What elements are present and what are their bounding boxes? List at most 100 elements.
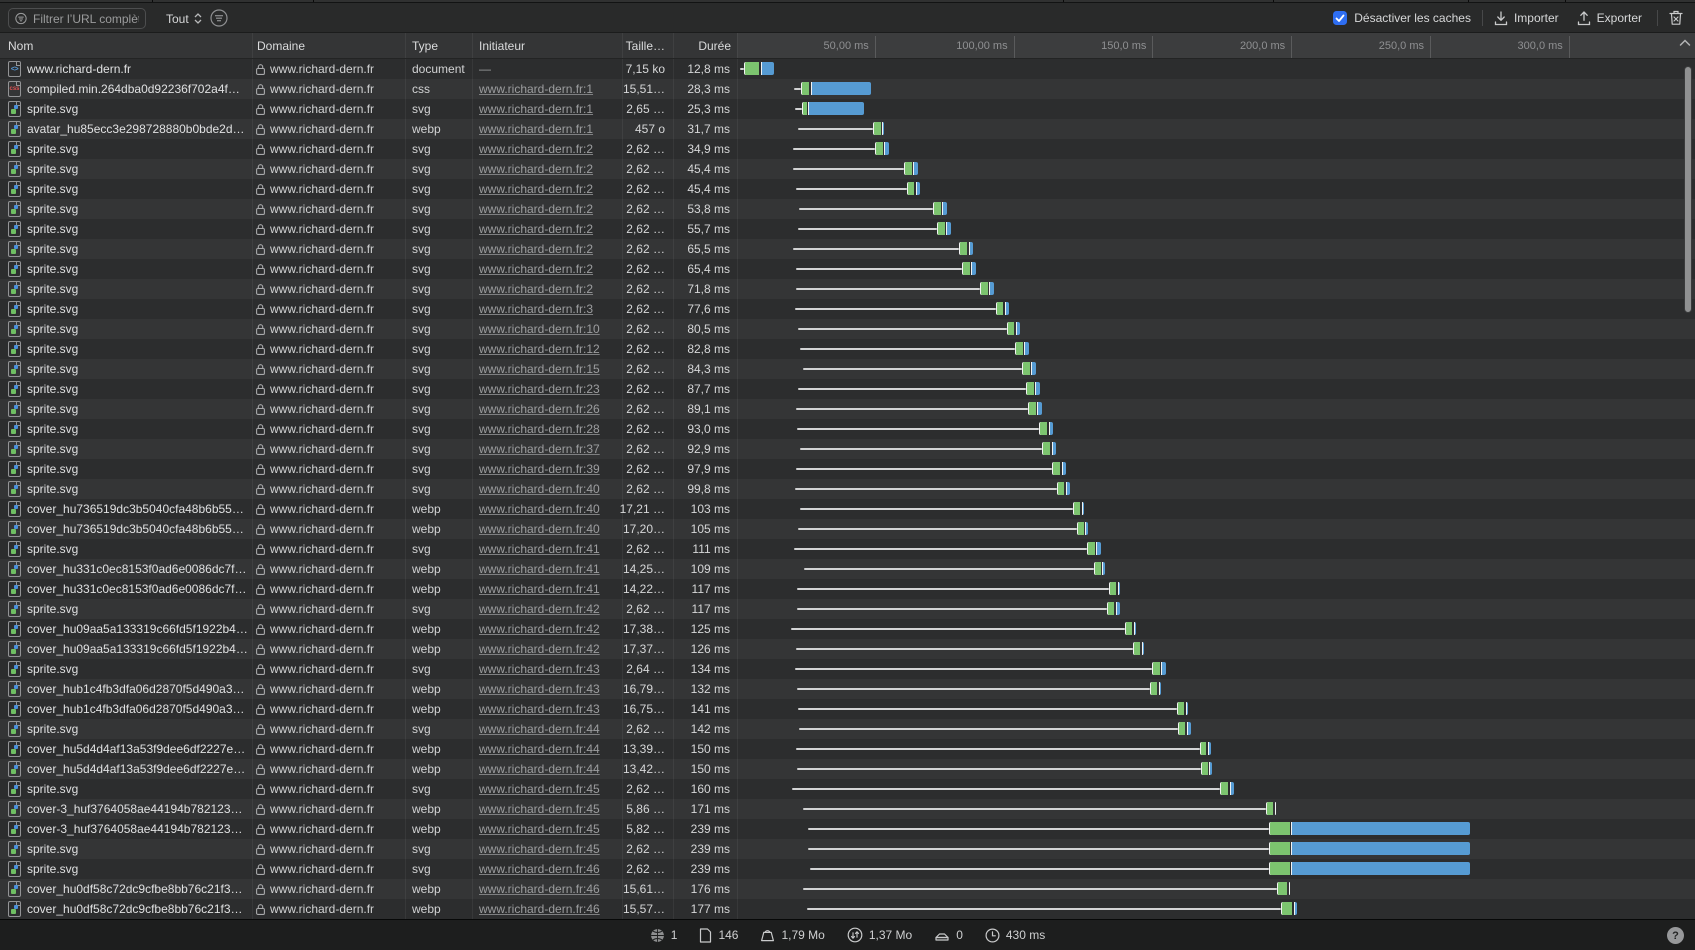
checkbox-checked-icon[interactable] xyxy=(1333,11,1347,25)
request-initiator-link[interactable]: www.richard-dern.fr:39 xyxy=(479,462,600,476)
waterfall-download-bar[interactable] xyxy=(1294,902,1297,915)
waterfall-download-bar[interactable] xyxy=(1134,622,1137,635)
waterfall-download-bar[interactable] xyxy=(1016,322,1021,335)
table-row[interactable]: sprite.svg www.richard-dern.fr svg www.r… xyxy=(0,279,1695,299)
table-row[interactable]: cover_hu0df58c72dc9cfbe8bb76c21f3… www.r… xyxy=(0,879,1695,899)
table-row[interactable]: sprite.svg www.richard-dern.fr svg www.r… xyxy=(0,859,1695,879)
waterfall-response-bar[interactable] xyxy=(801,82,809,95)
waterfall-download-bar[interactable] xyxy=(1289,882,1291,895)
request-initiator-link[interactable]: www.richard-dern.fr:2 xyxy=(479,162,593,176)
request-initiator-link[interactable]: www.richard-dern.fr:43 xyxy=(479,702,600,716)
request-initiator-link[interactable]: www.richard-dern.fr:42 xyxy=(479,622,600,636)
waterfall-download-bar[interactable] xyxy=(1186,702,1189,715)
waterfall-download-bar[interactable] xyxy=(916,182,921,195)
waterfall-download-bar[interactable] xyxy=(1102,562,1105,575)
waterfall-download-bar[interactable] xyxy=(1142,642,1145,655)
waterfall-response-bar[interactable] xyxy=(1177,702,1184,715)
column-header-domaine[interactable]: Domaine xyxy=(257,33,305,59)
table-row[interactable]: avatar_hu85ecc3e298728880b0bde2d… www.ri… xyxy=(0,119,1695,139)
filter-options-button[interactable] xyxy=(210,9,228,27)
request-initiator-link[interactable]: www.richard-dern.fr:45 xyxy=(479,822,600,836)
request-initiator-link[interactable]: www.richard-dern.fr:44 xyxy=(479,742,600,756)
resource-type-select[interactable]: Tout xyxy=(166,8,202,29)
request-initiator-link[interactable]: www.richard-dern.fr:1 xyxy=(479,102,593,116)
waterfall-response-bar[interactable] xyxy=(1039,422,1047,435)
table-row[interactable]: sprite.svg www.richard-dern.fr svg www.r… xyxy=(0,479,1695,499)
waterfall-download-bar[interactable] xyxy=(1082,502,1085,515)
waterfall-response-bar[interactable] xyxy=(1022,362,1030,375)
vertical-scrollbar[interactable] xyxy=(1684,66,1692,313)
waterfall-response-bar[interactable] xyxy=(1052,462,1060,475)
waterfall-response-bar[interactable] xyxy=(1269,822,1290,835)
table-row[interactable]: cover_hu5d4d4af13a53f9dee6df2227e… www.r… xyxy=(0,739,1695,759)
waterfall-download-bar[interactable] xyxy=(913,162,918,175)
request-initiator-link[interactable]: www.richard-dern.fr:43 xyxy=(479,662,600,676)
request-initiator-link[interactable]: www.richard-dern.fr:41 xyxy=(479,542,600,556)
column-header-initiateur[interactable]: Initiateur xyxy=(479,33,525,59)
table-row[interactable]: sprite.svg www.richard-dern.fr svg www.r… xyxy=(0,139,1695,159)
request-initiator-link[interactable]: www.richard-dern.fr:41 xyxy=(479,582,600,596)
request-initiator-link[interactable]: www.richard-dern.fr:2 xyxy=(479,222,593,236)
waterfall-download-bar[interactable] xyxy=(1159,682,1162,695)
waterfall-response-bar[interactable] xyxy=(907,182,915,195)
waterfall-response-bar[interactable] xyxy=(1026,382,1034,395)
waterfall-download-bar[interactable] xyxy=(942,202,947,215)
table-row[interactable]: cover_hub1c4fb3dfa06d2870f5d490a3… www.r… xyxy=(0,699,1695,719)
waterfall-download-bar[interactable] xyxy=(946,222,951,235)
request-initiator-link[interactable]: www.richard-dern.fr:40 xyxy=(479,522,600,536)
table-row[interactable]: sprite.svg www.richard-dern.fr svg www.r… xyxy=(0,359,1695,379)
waterfall-response-bar[interactable] xyxy=(1015,342,1023,355)
table-row[interactable]: sprite.svg www.richard-dern.fr svg www.r… xyxy=(0,419,1695,439)
waterfall-download-bar[interactable] xyxy=(989,282,994,295)
clear-network-items-button[interactable] xyxy=(1669,10,1683,26)
waterfall-download-bar[interactable] xyxy=(1052,442,1057,455)
table-row[interactable]: sprite.svg www.richard-dern.fr svg www.r… xyxy=(0,539,1695,559)
waterfall-download-bar[interactable] xyxy=(971,262,976,275)
table-row[interactable]: cover_hu736519dc3b5040cfa48b6b55… www.ri… xyxy=(0,499,1695,519)
waterfall-response-bar[interactable] xyxy=(1133,642,1140,655)
waterfall-download-bar[interactable] xyxy=(1066,482,1071,495)
waterfall-download-bar[interactable] xyxy=(1291,822,1470,835)
table-row[interactable]: sprite.svg www.richard-dern.fr svg www.r… xyxy=(0,439,1695,459)
waterfall-download-bar[interactable] xyxy=(808,102,863,115)
waterfall-download-bar[interactable] xyxy=(1024,342,1029,355)
table-row[interactable]: cover_hu0df58c72dc9cfbe8bb76c21f3… www.r… xyxy=(0,899,1695,919)
table-row[interactable]: cover-3_huf3764058ae44194b782123… www.ri… xyxy=(0,799,1695,819)
waterfall-response-bar[interactable] xyxy=(962,262,970,275)
request-initiator-link[interactable]: www.richard-dern.fr:15 xyxy=(479,362,600,376)
waterfall-response-bar[interactable] xyxy=(875,142,883,155)
waterfall-response-bar[interactable] xyxy=(1277,882,1287,895)
disable-caches-toggle[interactable]: Désactiver les caches xyxy=(1333,11,1471,25)
waterfall-download-bar[interactable] xyxy=(761,62,774,75)
collapse-chevron-icon[interactable] xyxy=(1679,39,1691,47)
table-row[interactable]: css compiled.min.264dba0d92236f702a4f… w… xyxy=(0,79,1695,99)
table-row[interactable]: sprite.svg www.richard-dern.fr svg www.r… xyxy=(0,599,1695,619)
waterfall-download-bar[interactable] xyxy=(811,82,872,95)
table-row[interactable]: sprite.svg www.richard-dern.fr svg www.r… xyxy=(0,339,1695,359)
waterfall-download-bar[interactable] xyxy=(1291,842,1470,855)
table-row[interactable]: cover_hu09aa5a133319c66fd5f1922b4… www.r… xyxy=(0,639,1695,659)
request-initiator-link[interactable]: www.richard-dern.fr:2 xyxy=(479,242,593,256)
request-initiator-link[interactable]: www.richard-dern.fr:44 xyxy=(479,722,600,736)
waterfall-download-bar[interactable] xyxy=(1208,742,1211,755)
table-row[interactable]: sprite.svg www.richard-dern.fr svg www.r… xyxy=(0,299,1695,319)
waterfall-response-bar[interactable] xyxy=(1200,742,1207,755)
table-row[interactable]: <> www.richard-dern.fr www.richard-dern.… xyxy=(0,59,1695,79)
request-initiator-link[interactable]: www.richard-dern.fr:26 xyxy=(479,402,600,416)
table-row[interactable]: sprite.svg www.richard-dern.fr svg www.r… xyxy=(0,319,1695,339)
request-initiator-link[interactable]: www.richard-dern.fr:40 xyxy=(479,502,600,516)
filter-url-input[interactable]: Filtrer l’URL complète xyxy=(8,8,146,29)
waterfall-download-bar[interactable] xyxy=(1161,662,1166,675)
waterfall-response-bar[interactable] xyxy=(959,242,967,255)
waterfall-response-bar[interactable] xyxy=(1077,522,1084,535)
export-button[interactable]: Exporter xyxy=(1577,11,1642,26)
table-row[interactable]: cover_hub1c4fb3dfa06d2870f5d490a3… www.r… xyxy=(0,679,1695,699)
waterfall-response-bar[interactable] xyxy=(1057,482,1065,495)
table-row[interactable]: cover_hu09aa5a133319c66fd5f1922b4… www.r… xyxy=(0,619,1695,639)
request-initiator-link[interactable]: www.richard-dern.fr:37 xyxy=(479,442,600,456)
table-row[interactable]: sprite.svg www.richard-dern.fr svg www.r… xyxy=(0,839,1695,859)
table-row[interactable]: cover_hu5d4d4af13a53f9dee6df2227e… www.r… xyxy=(0,759,1695,779)
request-initiator-link[interactable]: www.richard-dern.fr:2 xyxy=(479,182,593,196)
waterfall-response-bar[interactable] xyxy=(1220,782,1228,795)
waterfall-response-bar[interactable] xyxy=(1125,622,1132,635)
